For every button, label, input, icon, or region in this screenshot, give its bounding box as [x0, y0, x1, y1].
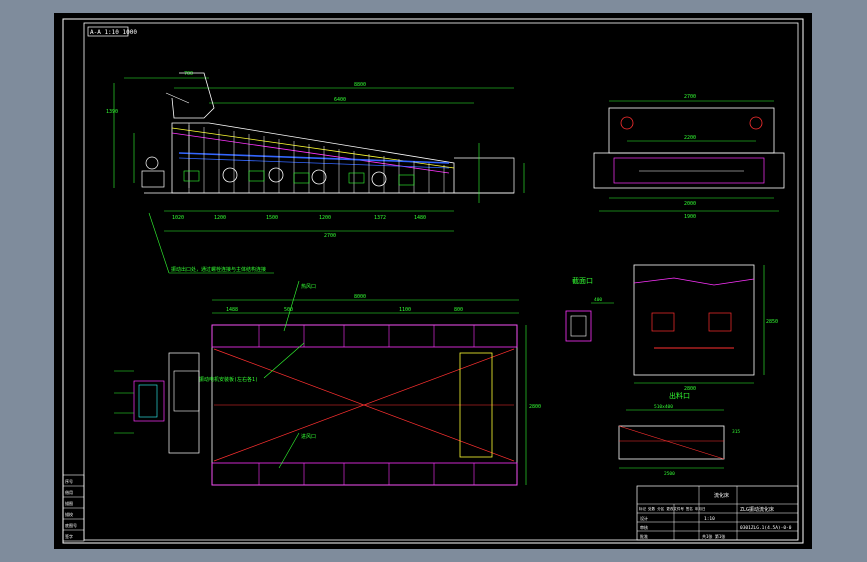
dim-end-inner: 2200	[684, 135, 696, 141]
dim-side-b1: 1020	[172, 215, 184, 221]
rev-row-1: 借用	[65, 489, 73, 495]
dim-outlet-width: 2500	[664, 471, 675, 477]
dim-side-left-top: 700	[184, 71, 193, 77]
dim-plan-seg-a: 1488	[226, 307, 238, 313]
dim-end-bottom2: 1900	[684, 214, 696, 220]
rev-row-5: 签字	[65, 533, 73, 539]
inner-frame	[83, 22, 799, 541]
dim-end-bottom: 2000	[684, 201, 696, 207]
dim-back-height: 2850	[766, 319, 778, 325]
plan-note-a: 热风口	[301, 283, 316, 290]
plan-note-c: 进风口	[301, 433, 316, 440]
dim-plan-total: 8000	[354, 294, 366, 300]
tb-approver: 批准	[640, 533, 648, 539]
dim-outlet-top: 510x400	[654, 404, 673, 410]
dim-side-b6: 1480	[414, 215, 426, 221]
dim-side-left-up: 1390	[106, 109, 118, 115]
dim-end-top: 2700	[684, 94, 696, 100]
cad-drawing: A-A 1:10 1000 8800 6400 700 1390 1020 12…	[62, 18, 804, 544]
dim-plan-seg-d: 800	[454, 307, 463, 313]
revision-block: 序号 借用 描图 描校 底图号 签字	[62, 474, 85, 542]
plan-view: 8000 1488 500 1100 800 2800 热风口 振动电机安装板(…	[114, 280, 541, 486]
dim-side-b5: 1372	[374, 215, 386, 221]
plan-note-b: 振动电机安装板(左右各1)	[199, 376, 258, 383]
tb-drawing-no: 0301ZLG.1(4.5A)-0-0	[740, 525, 792, 531]
rev-row-2: 描图	[65, 500, 73, 506]
section-a-view: 截面口 400	[565, 276, 614, 342]
left-note: 振动出口处，通过螺栓连接与主体结构连接	[171, 266, 266, 273]
rev-row-3: 描校	[65, 511, 73, 517]
dim-side-b2: 1200	[214, 215, 226, 221]
dim-outlet-right: 315	[732, 429, 740, 435]
tb-scale: 1:10	[704, 516, 715, 522]
dim-side-b3: 1500	[266, 215, 278, 221]
dim-side-b4: 1200	[319, 215, 331, 221]
dim-plan-seg-c: 1100	[399, 307, 411, 313]
tb-subtitle: ZLG振动流化床	[740, 506, 774, 513]
side-elevation: 8800 6400 700 1390 1020 1200 1500 1200 1…	[106, 71, 525, 274]
drawing-sheet: A-A 1:10 1000 8800 6400 700 1390 1020 12…	[54, 13, 812, 549]
end-view: 2700 2200 2000 1900	[593, 94, 785, 220]
dim-side-bottom-total: 2700	[324, 233, 336, 239]
view-label: A-A 1:10 1000	[90, 29, 137, 36]
title-block: 流化床 ZLG振动流化床 0301ZLG.1(4.5A)-0-0 1:10 共1…	[636, 485, 799, 541]
tb-sheet: 共1张 第1张	[702, 533, 725, 539]
section-b-view: 出料口 510x400 2500 315	[618, 391, 740, 477]
dim-side-mid: 6400	[334, 97, 346, 103]
tb-checker: 审核	[640, 524, 648, 530]
dim-plan-seg-b: 500	[284, 307, 293, 313]
dim-plan-height: 2800	[529, 404, 541, 410]
dim-side-total-top: 8800	[354, 82, 366, 88]
rev-row-4: 底图号	[65, 522, 77, 528]
dim-outlet-side: 400	[594, 297, 602, 303]
section-b-label: 出料口	[669, 391, 690, 400]
back-view: 2850 2800	[633, 264, 778, 392]
tb-sign-row: 标记 处数 分区 更改文件号 签名 年月日	[639, 506, 706, 511]
section-a-label: 截面口	[572, 276, 593, 285]
rev-row-0: 序号	[65, 478, 73, 484]
tb-title: 流化床	[714, 492, 729, 499]
tb-designer: 设计	[640, 515, 648, 521]
